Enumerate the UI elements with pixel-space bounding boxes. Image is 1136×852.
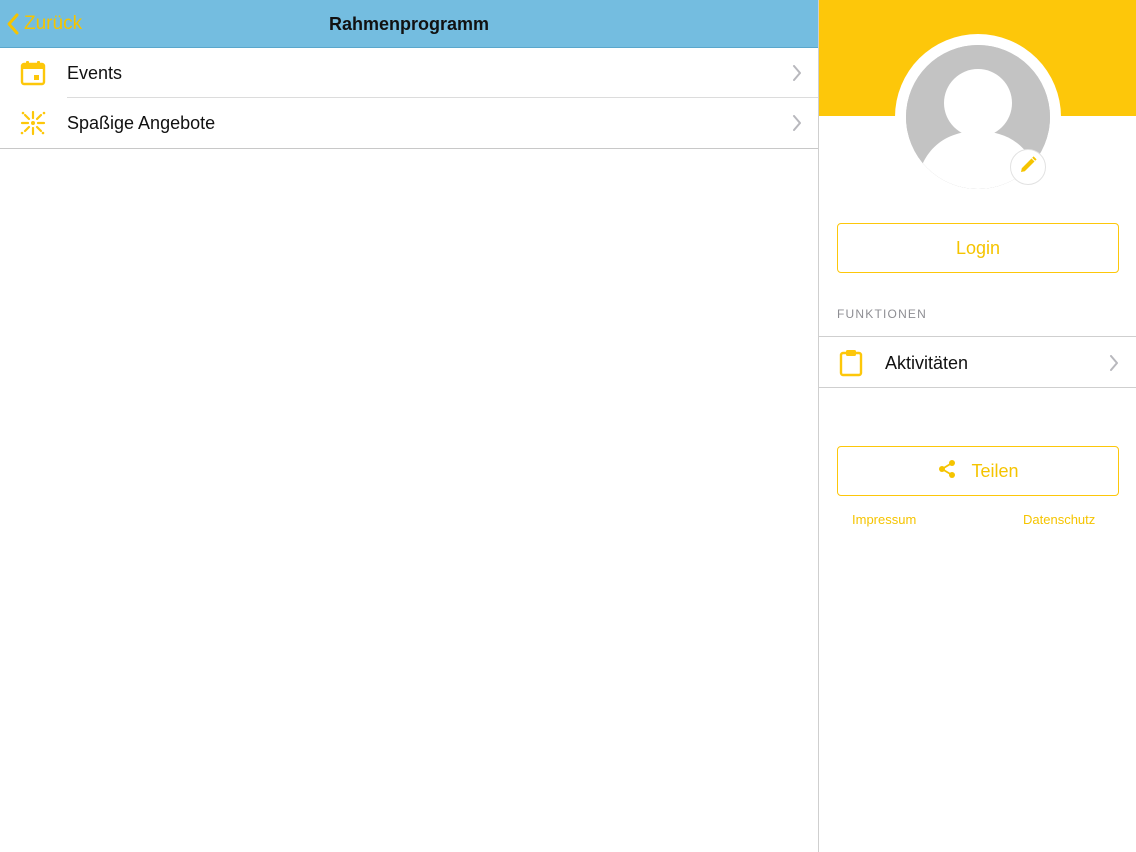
menu-item-events[interactable]: Events <box>0 48 818 98</box>
chevron-right-icon <box>1109 355 1119 376</box>
fireworks-icon <box>19 109 47 137</box>
clipboard-icon <box>839 349 863 382</box>
chevron-right-icon <box>792 65 802 86</box>
pencil-icon <box>1019 155 1037 179</box>
menu-item-spassige-angebote[interactable]: Spaßige Angebote <box>0 98 818 148</box>
share-icon <box>937 459 971 484</box>
profile-sidebar: Login FUNKTIONEN Aktivitäten Teilen Impr… <box>818 0 1136 852</box>
master-pane: Zurück Rahmenprogramm Events Spaßige Ang… <box>0 0 818 852</box>
function-item-label: Aktivitäten <box>885 353 969 373</box>
section-header-funktionen: FUNKTIONEN <box>837 307 927 321</box>
menu-item-label: Events <box>67 62 123 83</box>
navigation-bar: Zurück Rahmenprogramm <box>0 0 818 48</box>
datenschutz-link[interactable]: Datenschutz <box>1023 512 1095 527</box>
chevron-right-icon <box>792 115 802 136</box>
function-item-aktivitaeten[interactable]: Aktivitäten <box>819 337 1136 387</box>
page-title: Rahmenprogramm <box>328 14 490 34</box>
calendar-icon <box>19 59 47 87</box>
menu-item-label: Spaßige Angebote <box>67 112 216 133</box>
share-button[interactable]: Teilen <box>837 446 1119 496</box>
chevron-left-icon <box>6 12 20 36</box>
login-button[interactable]: Login <box>837 223 1119 273</box>
back-button[interactable]: Zurück <box>6 0 82 48</box>
back-button-label: Zurück <box>24 13 83 34</box>
menu-list: Events Spaßige Angebote <box>0 48 818 149</box>
share-button-label: Teilen <box>971 460 1019 481</box>
impressum-link[interactable]: Impressum <box>852 512 916 527</box>
app-root: Zurück Rahmenprogramm Events Spaßige Ang… <box>0 0 1136 852</box>
edit-avatar-button[interactable] <box>1010 149 1046 185</box>
function-list: Aktivitäten <box>819 336 1136 388</box>
